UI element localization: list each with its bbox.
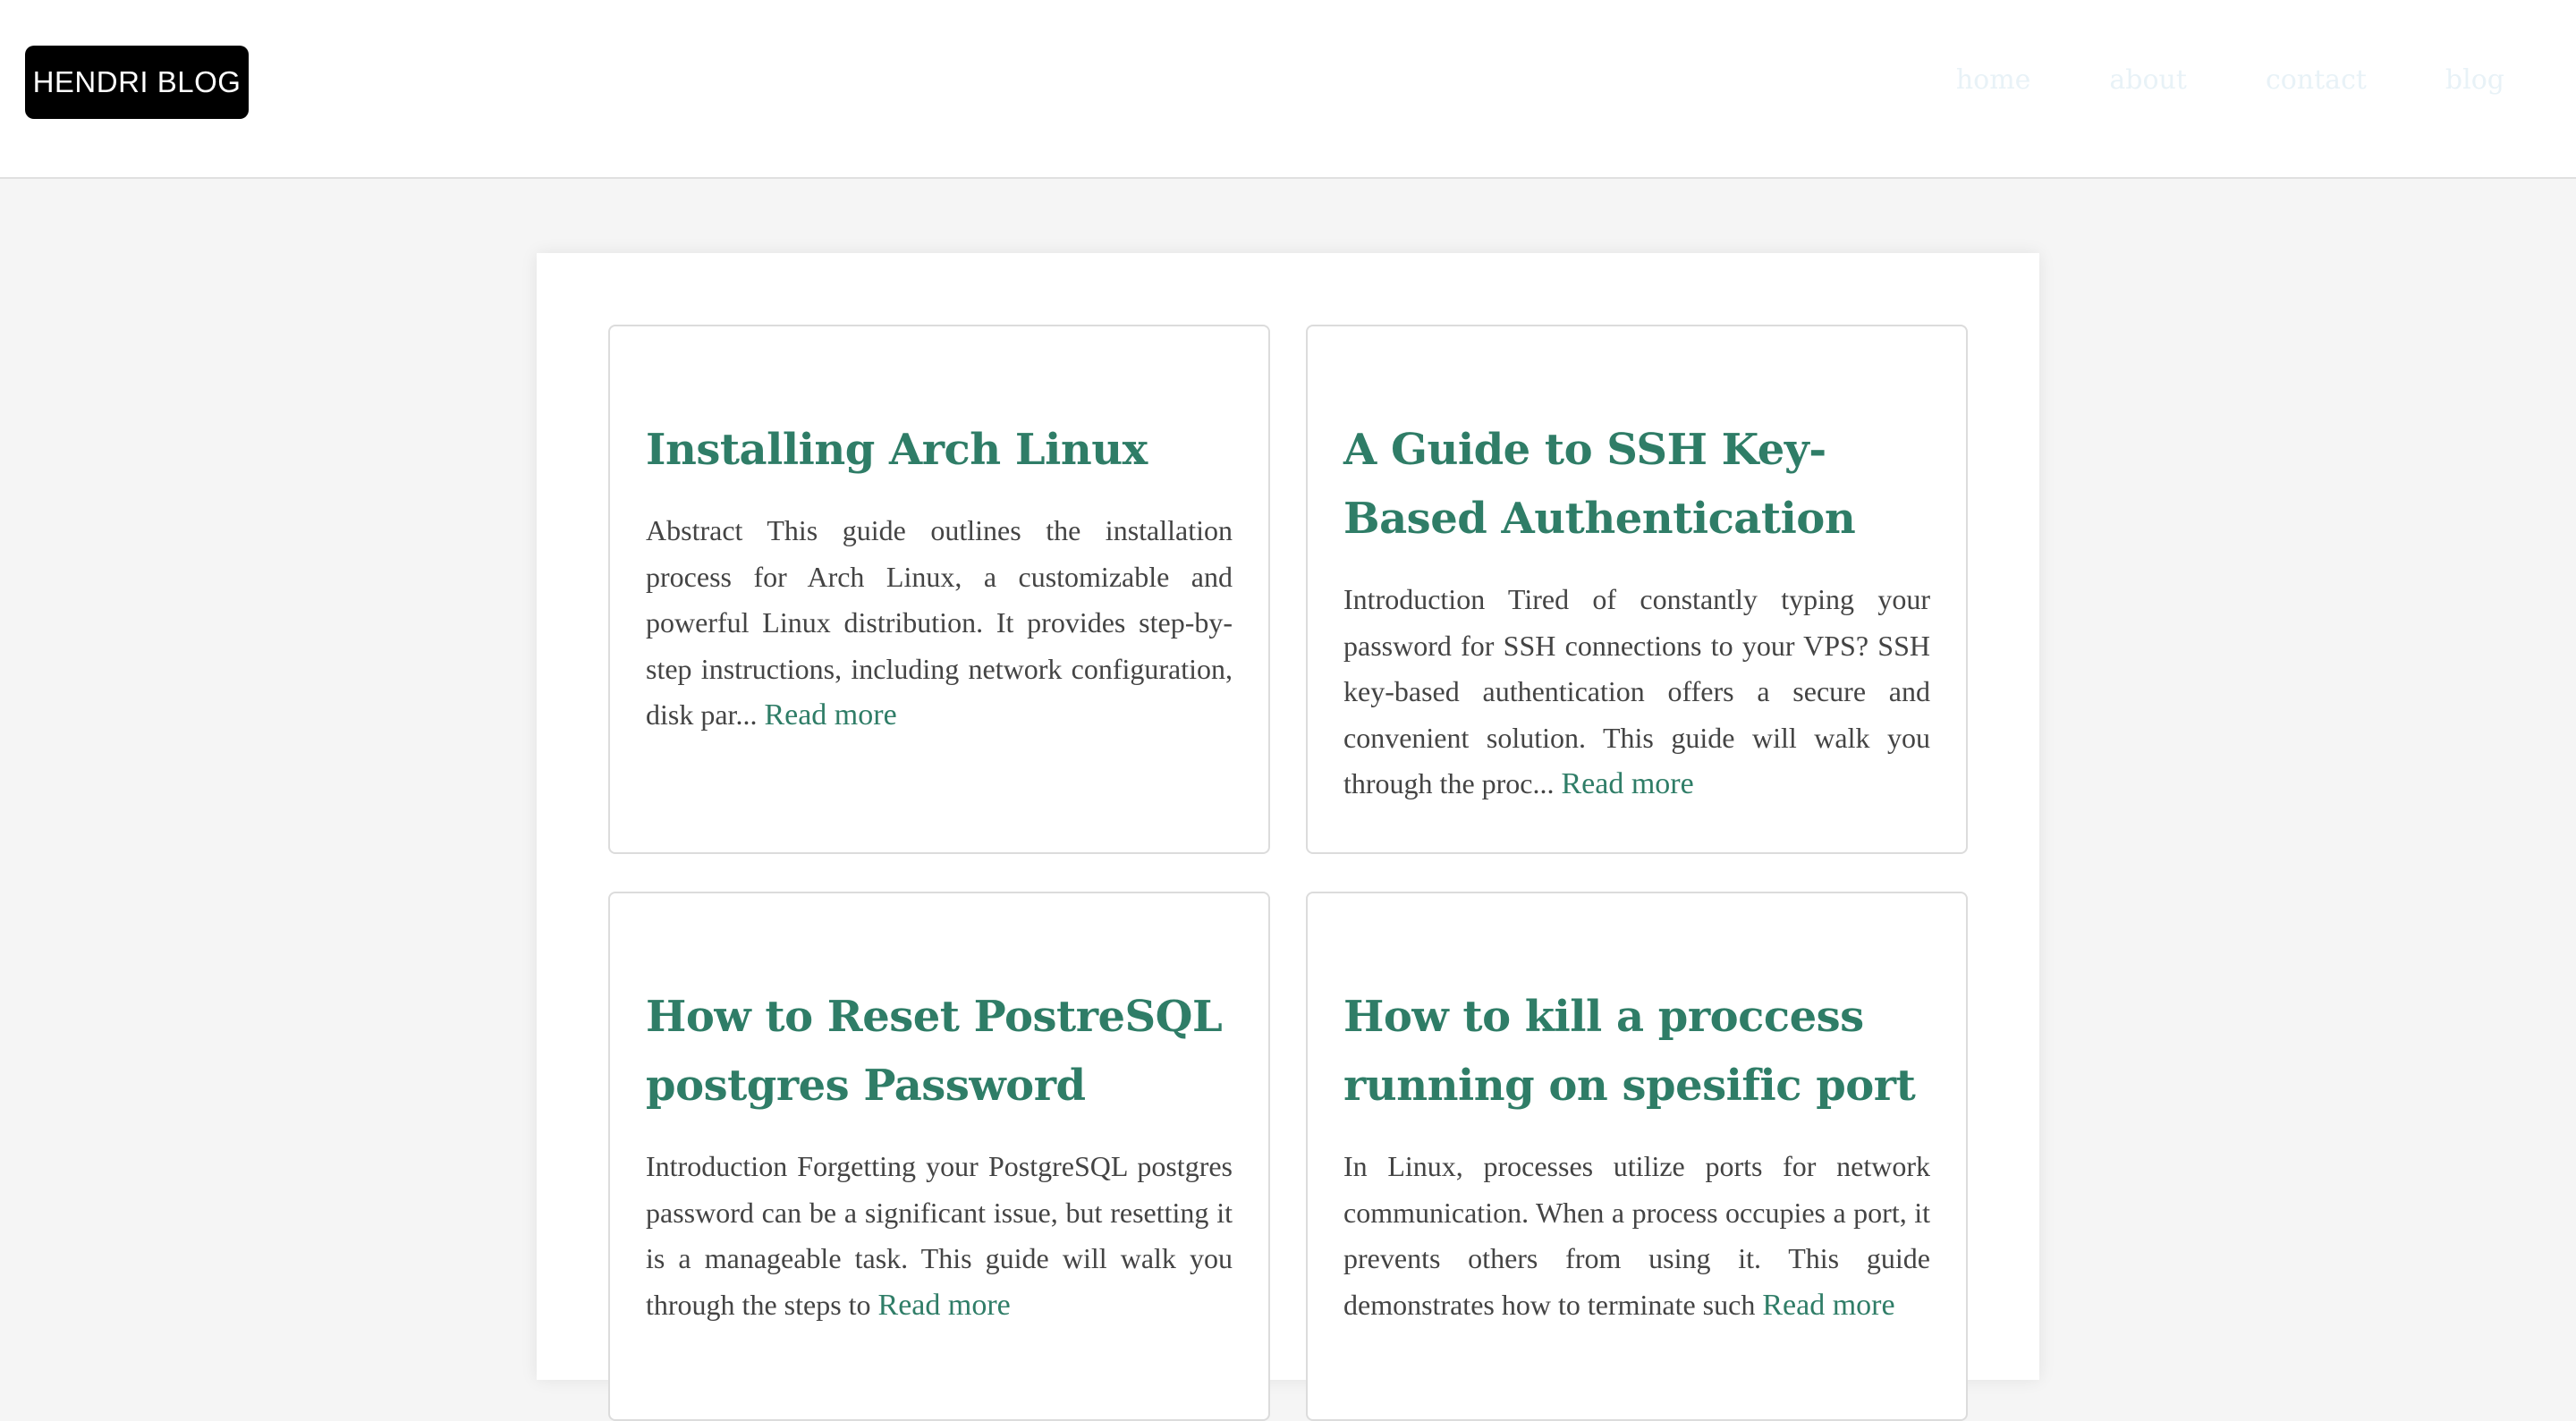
- post-title[interactable]: A Guide to SSH Key-Based Authentication: [1343, 416, 1930, 554]
- post-grid: Installing Arch Linux Abstract This guid…: [608, 325, 1968, 1421]
- read-more-link[interactable]: Read more: [764, 698, 896, 732]
- read-more-link[interactable]: Read more: [1762, 1289, 1894, 1322]
- post-excerpt: Abstract This guide outlines the install…: [646, 508, 1233, 739]
- post-title[interactable]: How to Reset PostreSQL postgres Password: [646, 983, 1233, 1121]
- read-more-link[interactable]: Read more: [878, 1289, 1011, 1322]
- nav-blog-link[interactable]: blog: [2445, 64, 2504, 96]
- post-excerpt: Introduction Tired of constantly typing …: [1343, 577, 1930, 808]
- post-card: How to Reset PostreSQL postgres Password…: [608, 892, 1270, 1421]
- post-card: Installing Arch Linux Abstract This guid…: [608, 325, 1270, 854]
- post-card: How to kill a proccess running on spesif…: [1306, 892, 1968, 1421]
- blog-logo[interactable]: HENDRI BLOG: [25, 46, 249, 119]
- post-title[interactable]: How to kill a proccess running on spesif…: [1343, 983, 1930, 1121]
- nav-about-link[interactable]: about: [2109, 64, 2187, 96]
- site-header: HENDRI BLOG home about contact blog: [0, 0, 2576, 179]
- post-title[interactable]: Installing Arch Linux: [646, 416, 1233, 485]
- post-excerpt-text: Abstract This guide outlines the install…: [646, 514, 1233, 731]
- nav-contact-link[interactable]: contact: [2266, 64, 2367, 96]
- read-more-link[interactable]: Read more: [1562, 767, 1694, 800]
- main-nav: home about contact blog: [1956, 64, 2504, 96]
- post-excerpt: In Linux, processes utilize ports for ne…: [1343, 1144, 1930, 1328]
- post-card: A Guide to SSH Key-Based Authentication …: [1306, 325, 1968, 854]
- post-excerpt: Introduction Forgetting your PostgreSQL …: [646, 1144, 1233, 1328]
- nav-home-link[interactable]: home: [1956, 64, 2031, 96]
- post-list-container: Installing Arch Linux Abstract This guid…: [537, 253, 2039, 1421]
